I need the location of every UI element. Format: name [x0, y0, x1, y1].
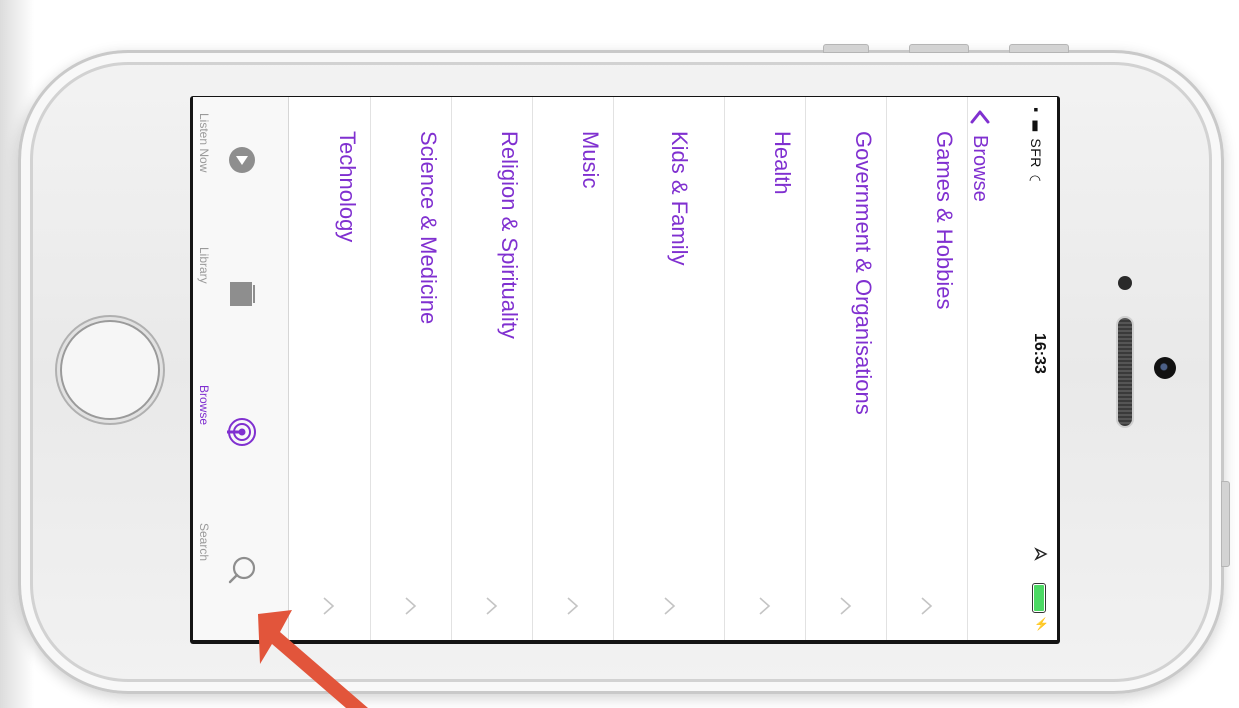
chevron-down-icon [759, 597, 771, 615]
mute-switch [1009, 44, 1069, 53]
category-label: Science & Medicine [416, 131, 441, 325]
category-row-technology[interactable]: Technology [289, 97, 371, 640]
category-row-religion[interactable]: Religion & Spirituality [452, 97, 533, 640]
chevron-down-icon [664, 597, 676, 615]
tab-label: Browse [197, 385, 211, 426]
battery-icon [1032, 583, 1046, 613]
location-arrow-icon [1034, 547, 1048, 561]
category-label: Games & Hobbies [932, 131, 957, 310]
carrier-label: ▪▮ SFR ◠ [1028, 101, 1044, 189]
category-row-music[interactable]: Music [533, 97, 614, 640]
chevron-down-icon [840, 597, 852, 615]
tab-bar: Listen Now Library Browse Search [193, 97, 289, 640]
category-label: Technology [335, 131, 360, 243]
category-row-government[interactable]: Government & Organisations [806, 97, 887, 640]
category-label: Health [770, 131, 795, 195]
navigation-bar: Browse [968, 97, 1024, 640]
podcast-icon [227, 418, 256, 446]
status-bar: ▪▮ SFR ◠ 16:33 ⚡ [1026, 97, 1057, 640]
category-row-science[interactable]: Science & Medicine [371, 97, 452, 640]
volume-button [823, 44, 869, 53]
play-circle-icon [229, 147, 255, 173]
podcasts-browse-screen: ▪▮ SFR ◠ 16:33 ⚡ Browse Games & Hobbies … [193, 97, 1057, 640]
red-arrow-annotation [258, 610, 368, 708]
category-label: Religion & Spirituality [497, 131, 522, 339]
chevron-left-icon [970, 110, 989, 124]
search-icon [228, 556, 256, 584]
category-row-kids-family[interactable]: Kids & Family [614, 97, 725, 640]
library-icon [230, 282, 255, 306]
category-label: Kids & Family [667, 131, 692, 266]
signal-icon: ▪▮ [1028, 101, 1044, 139]
tab-browse[interactable]: Browse [193, 369, 289, 499]
charging-bolt-icon: ⚡ [1034, 617, 1049, 631]
tab-label: Search [197, 523, 211, 562]
tab-listen-now[interactable]: Listen Now [193, 97, 289, 227]
chevron-down-icon [921, 597, 933, 615]
power-button [1221, 481, 1230, 567]
wifi-icon: ◠ [1028, 172, 1044, 189]
proximity-sensor [1118, 276, 1132, 290]
chevron-down-icon [405, 597, 417, 615]
home-button[interactable] [60, 320, 160, 420]
chevron-down-icon [567, 597, 579, 615]
category-label: Music [578, 131, 603, 189]
earpiece-speaker [1118, 318, 1132, 426]
volume-button [909, 44, 969, 53]
clock: 16:33 [1031, 333, 1048, 374]
back-label: Browse [969, 135, 991, 202]
category-row-health[interactable]: Health [725, 97, 806, 640]
tab-library[interactable]: Library [193, 231, 289, 361]
chevron-down-icon [486, 597, 498, 615]
front-camera [1154, 357, 1176, 379]
category-label: Government & Organisations [851, 131, 876, 415]
category-row-games-hobbies[interactable]: Games & Hobbies [887, 97, 968, 640]
tab-label: Library [197, 247, 211, 284]
tab-label: Listen Now [197, 113, 211, 173]
back-button[interactable]: Browse [968, 107, 991, 202]
